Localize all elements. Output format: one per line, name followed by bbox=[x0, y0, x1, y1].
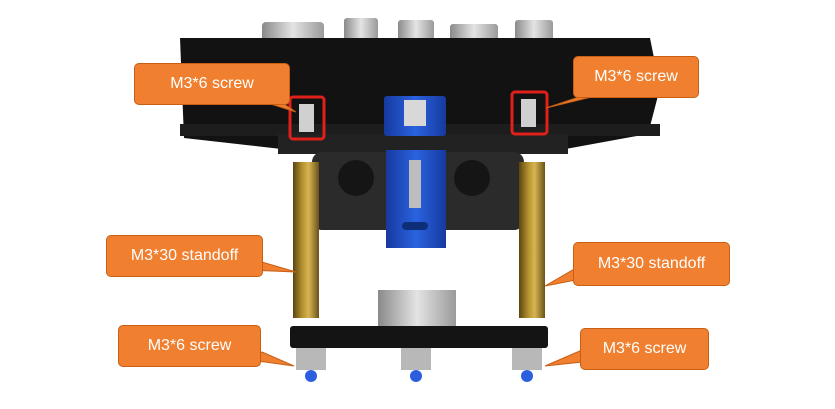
callout-label: M3*30 standoff bbox=[597, 255, 706, 272]
bottom-board bbox=[290, 326, 548, 348]
bottom-nut bbox=[296, 348, 326, 370]
top-screw-left bbox=[299, 104, 314, 132]
bottom-screw-head bbox=[305, 370, 317, 382]
callout-screw-bottom-left: M3*6 screw bbox=[118, 325, 261, 367]
top-screw-right bbox=[521, 99, 536, 127]
callout-label: M3*6 screw bbox=[594, 68, 678, 85]
pointer-bottom-right bbox=[544, 349, 583, 367]
callout-standoff-left: M3*30 standoff bbox=[106, 235, 263, 277]
servo-hub bbox=[404, 100, 426, 126]
bottom-nut bbox=[512, 348, 542, 370]
wheel-hole bbox=[338, 160, 374, 196]
bottom-nut bbox=[401, 348, 431, 370]
bracket-screw bbox=[409, 160, 421, 208]
callout-screw-top-right: M3*6 screw bbox=[573, 56, 699, 98]
bottom-section bbox=[290, 290, 548, 382]
callout-screw-top-left: M3*6 screw bbox=[134, 63, 290, 105]
pointer-mid-right bbox=[544, 267, 577, 287]
bracket-slot bbox=[402, 222, 428, 230]
callout-screw-bottom-right: M3*6 screw bbox=[580, 328, 709, 370]
callout-label: M3*30 standoff bbox=[130, 247, 239, 264]
wheel-hole bbox=[454, 160, 490, 196]
standoff-right bbox=[519, 162, 545, 318]
bottom-screw-head bbox=[410, 370, 422, 382]
standoff-left bbox=[293, 162, 319, 318]
sensor-module bbox=[378, 290, 456, 330]
callout-label: M3*6 screw bbox=[147, 337, 232, 354]
bottom-screw-head bbox=[521, 370, 533, 382]
callout-label: M3*6 screw bbox=[170, 75, 254, 92]
callout-standoff-right: M3*30 standoff bbox=[573, 242, 730, 286]
callout-label: M3*6 screw bbox=[602, 340, 687, 357]
